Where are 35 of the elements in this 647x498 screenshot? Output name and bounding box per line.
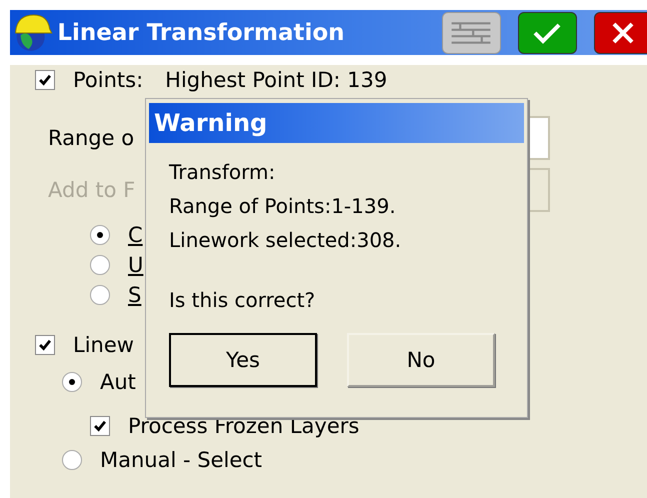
option-label: C <box>128 223 143 247</box>
option-label: Manual - Select <box>100 448 262 472</box>
window-title: Linear Transformation <box>57 20 346 46</box>
option-label: Process Frozen Layers <box>128 414 360 438</box>
ok-button[interactable] <box>518 12 577 54</box>
dialog-button[interactable]: Yes <box>169 333 317 387</box>
checkmark-icon <box>38 338 52 352</box>
message-line: Range of Points:1-139. <box>169 193 397 220</box>
points-label: Points: <box>73 68 144 92</box>
close-button[interactable] <box>594 12 647 54</box>
dialog-button[interactable]: No <box>347 333 495 387</box>
checkbox[interactable] <box>90 416 110 436</box>
question-text: Is this correct? <box>169 287 316 314</box>
message-line: Linework selected:308. <box>169 227 402 254</box>
checkmark-icon <box>93 419 107 433</box>
radio-button[interactable] <box>62 372 82 392</box>
message-line: Transform: <box>169 159 276 186</box>
highest-point-label: Highest Point ID: 139 <box>165 68 388 92</box>
checkmark-icon <box>532 20 562 44</box>
option-label: S <box>128 283 142 307</box>
checkbox[interactable] <box>35 335 55 355</box>
helmet-globe-icon <box>12 12 54 52</box>
option-label: Aut <box>100 370 136 394</box>
checkmark-icon <box>38 73 52 87</box>
range-label: Range o <box>48 126 134 150</box>
radio-button[interactable] <box>90 285 110 305</box>
radio-button[interactable] <box>90 225 110 245</box>
add-to-label: Add to F <box>48 178 136 202</box>
close-icon <box>611 20 636 44</box>
checkbox[interactable] <box>35 70 55 90</box>
option-label: U <box>128 253 144 277</box>
dialog-title: Warning <box>149 103 524 143</box>
radio-button[interactable] <box>90 255 110 275</box>
radio-button[interactable] <box>62 450 82 470</box>
linework-label: Linew <box>73 333 134 357</box>
